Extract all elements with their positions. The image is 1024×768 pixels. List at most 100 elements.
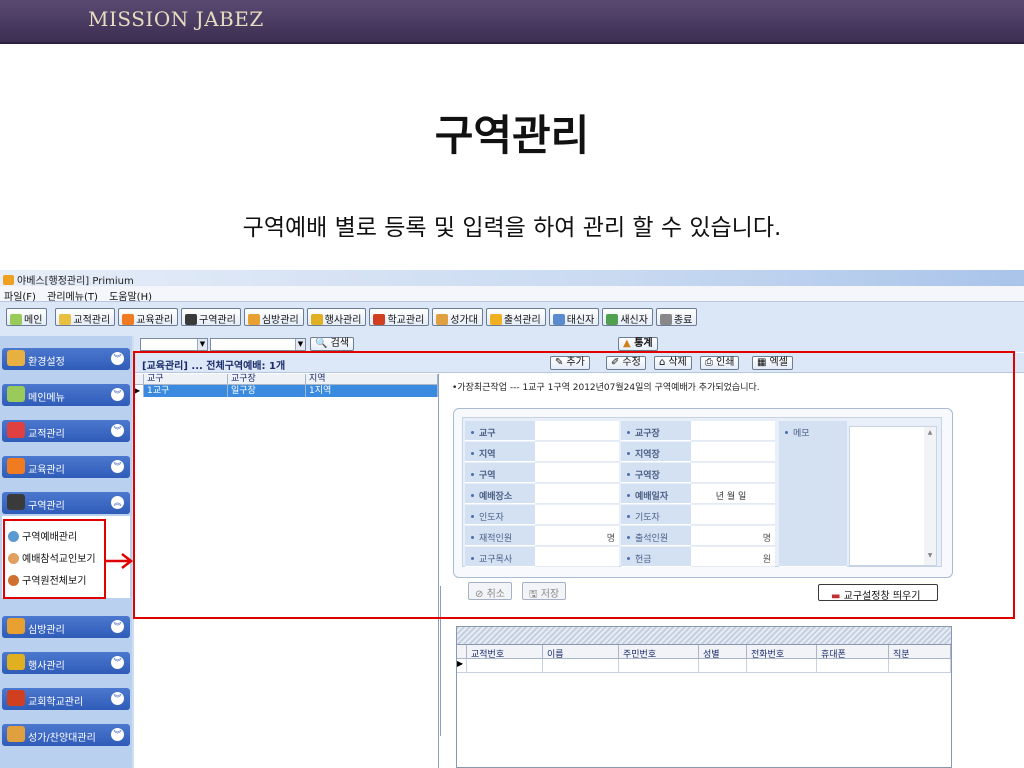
sidebar-group-label: 교육관리 (28, 465, 65, 476)
member-grid-toolbar (457, 627, 951, 645)
toolbar-button[interactable]: 행사관리 (306, 308, 367, 326)
brand-logo: MISSION JABEZ (88, 7, 264, 31)
chevron-down-icon[interactable]: ︾ (111, 352, 124, 365)
chevron-down-icon[interactable]: ︾ (111, 460, 124, 473)
row-pointer-icon: ▶ (457, 659, 467, 673)
member-grid-header[interactable]: 전화번호 (747, 645, 817, 660)
member-grid-cell[interactable] (619, 659, 699, 673)
chevron-up-icon[interactable]: ︽ (111, 496, 124, 509)
highlight-box-main (133, 351, 1015, 619)
slide-header-bar: MISSION JABEZ (0, 0, 1024, 44)
toolbar-button[interactable]: 태신자 (548, 308, 600, 326)
toolbar-button[interactable]: 메인 (6, 308, 48, 326)
chevron-down-icon[interactable]: ︾ (111, 388, 124, 401)
music-icon (7, 726, 25, 742)
sidebar-group[interactable]: 교회학교관리 ︾ (2, 688, 130, 710)
sidebar-group[interactable]: 행사관리 ︾ (2, 652, 130, 674)
chevron-down-icon[interactable]: ︾ (111, 656, 124, 669)
sidebar-group[interactable]: 구역관리 ︽ (2, 492, 130, 514)
member-grid-cell[interactable] (747, 659, 817, 673)
exit-icon (659, 314, 672, 325)
toolbar-button[interactable]: 성가대 (432, 308, 483, 326)
sidebar-group[interactable]: 메인메뉴 ︾ (2, 384, 130, 406)
check-icon (185, 314, 198, 325)
member-grid-header[interactable]: 직분 (889, 645, 951, 660)
app-icon (3, 275, 14, 285)
toolbar-button-label: 메인 (24, 315, 43, 326)
chevron-down-icon[interactable]: ︾ (111, 620, 124, 633)
filter-combo-1[interactable]: ▼ (140, 338, 208, 351)
toolbar-button[interactable]: 교육관리 (118, 308, 179, 326)
toolbar-button[interactable]: 학교관리 (369, 308, 430, 326)
sidebar-group-label: 교적관리 (28, 429, 65, 440)
edu-icon (122, 314, 135, 325)
visit-icon (7, 618, 25, 634)
member-grid: 교적번호 이름 주민번호 성별 전화번호 휴대폰 직분 ▶ (456, 626, 952, 768)
member-grid-header[interactable]: 교적번호 (467, 645, 543, 660)
main-menu-icon (7, 386, 25, 402)
sidebar-group[interactable]: 심방관리 ︾ (2, 616, 130, 638)
chevron-down-icon[interactable]: ︾ (111, 424, 124, 437)
sidebar-group[interactable]: 환경설정 ︾ (2, 348, 130, 370)
book-icon (59, 314, 72, 325)
member-grid-cell[interactable] (467, 659, 543, 673)
menu-bar: 파일(F) 관리메뉴(T) 도움말(H) (0, 286, 1024, 303)
event-icon (7, 654, 25, 670)
grid-corner (457, 645, 467, 659)
member-grid-header[interactable]: 성별 (699, 645, 747, 660)
filter-bar: ▼ ▼ 🔍 검색 ▲ 통계 (134, 336, 1024, 352)
window-titlebar: 야베스[행정관리] Primium (0, 270, 1024, 287)
toolbar-button[interactable]: 심방관리 (243, 308, 304, 326)
toolbar-button[interactable]: 출석관리 (485, 308, 546, 326)
chevron-down-icon: ▼ (197, 339, 207, 350)
school-icon (373, 314, 386, 325)
member-grid-header[interactable]: 이름 (543, 645, 619, 660)
main-toolbar: 메인 교적관리 교육관리 구역관리 심방관리 행사관리 학교관리 성가대 출석관리 태신자 새신자 종… (0, 302, 1024, 336)
sidebar-group[interactable]: 교육관리 ︾ (2, 456, 130, 478)
home-icon (10, 314, 22, 325)
sidebar-group[interactable]: 교적관리 ︾ (2, 420, 130, 442)
toolbar-button[interactable]: 교적관리 (55, 308, 116, 326)
sidebar-group-label: 교회학교관리 (28, 697, 84, 708)
member-grid-cell[interactable] (817, 659, 889, 673)
sidebar-group-label: 메인메뉴 (28, 393, 65, 404)
attend-icon (489, 314, 502, 325)
music-icon (436, 314, 449, 325)
member-grid-header[interactable]: 휴대폰 (817, 645, 889, 660)
member-grid-header[interactable]: 주민번호 (619, 645, 699, 660)
toolbar-button[interactable]: 새신자 (602, 308, 653, 326)
sidebar-group-label: 심방관리 (28, 625, 65, 636)
book-icon (7, 422, 25, 438)
toolbar-button-label: 심방관리 (261, 315, 299, 326)
page-subtitle: 구역예배 별로 등록 및 입력을 하여 관리 할 수 있습니다. (242, 215, 782, 241)
member-grid-cell[interactable] (889, 659, 951, 673)
toolbar-button-label: 종료 (673, 315, 693, 326)
toolbar-button-label: 행사관리 (324, 315, 362, 326)
stats-button[interactable]: ▲ 통계 (618, 337, 658, 351)
highlight-arrow (104, 553, 134, 569)
chevron-down-icon[interactable]: ︾ (111, 692, 124, 705)
sidebar-group-label: 환경설정 (28, 357, 65, 368)
toolbar-button-label: 구역관리 (199, 315, 236, 326)
member-grid-cell[interactable] (543, 659, 619, 673)
filter-combo-2[interactable]: ▼ (210, 338, 306, 351)
newcomer-icon (606, 314, 619, 325)
toolbar-button-label: 태신자 (566, 315, 595, 326)
stats-icon: ▲ (623, 338, 631, 349)
toolbar-button-label: 출석관리 (503, 315, 541, 326)
highlight-box-submenu (3, 519, 106, 599)
member-grid-cell[interactable] (699, 659, 747, 673)
people-icon (552, 314, 565, 325)
search-button[interactable]: 🔍 검색 (310, 337, 355, 351)
sidebar-group[interactable]: 성가/찬양대관리 ︾ (2, 724, 130, 746)
sidebar-group-label: 성가/찬양대관리 (28, 733, 96, 744)
visit-icon (247, 314, 260, 325)
chevron-down-icon: ▼ (295, 339, 305, 350)
toolbar-button-label: 새신자 (620, 315, 648, 326)
sidebar-group-label: 구역관리 (28, 501, 65, 512)
chevron-down-icon[interactable]: ︾ (111, 728, 124, 741)
edu-icon (7, 458, 25, 474)
toolbar-button[interactable]: 종료 (655, 308, 698, 326)
toolbar-button[interactable]: 구역관리 (181, 308, 241, 326)
sidebar-group-label: 행사관리 (28, 661, 65, 672)
